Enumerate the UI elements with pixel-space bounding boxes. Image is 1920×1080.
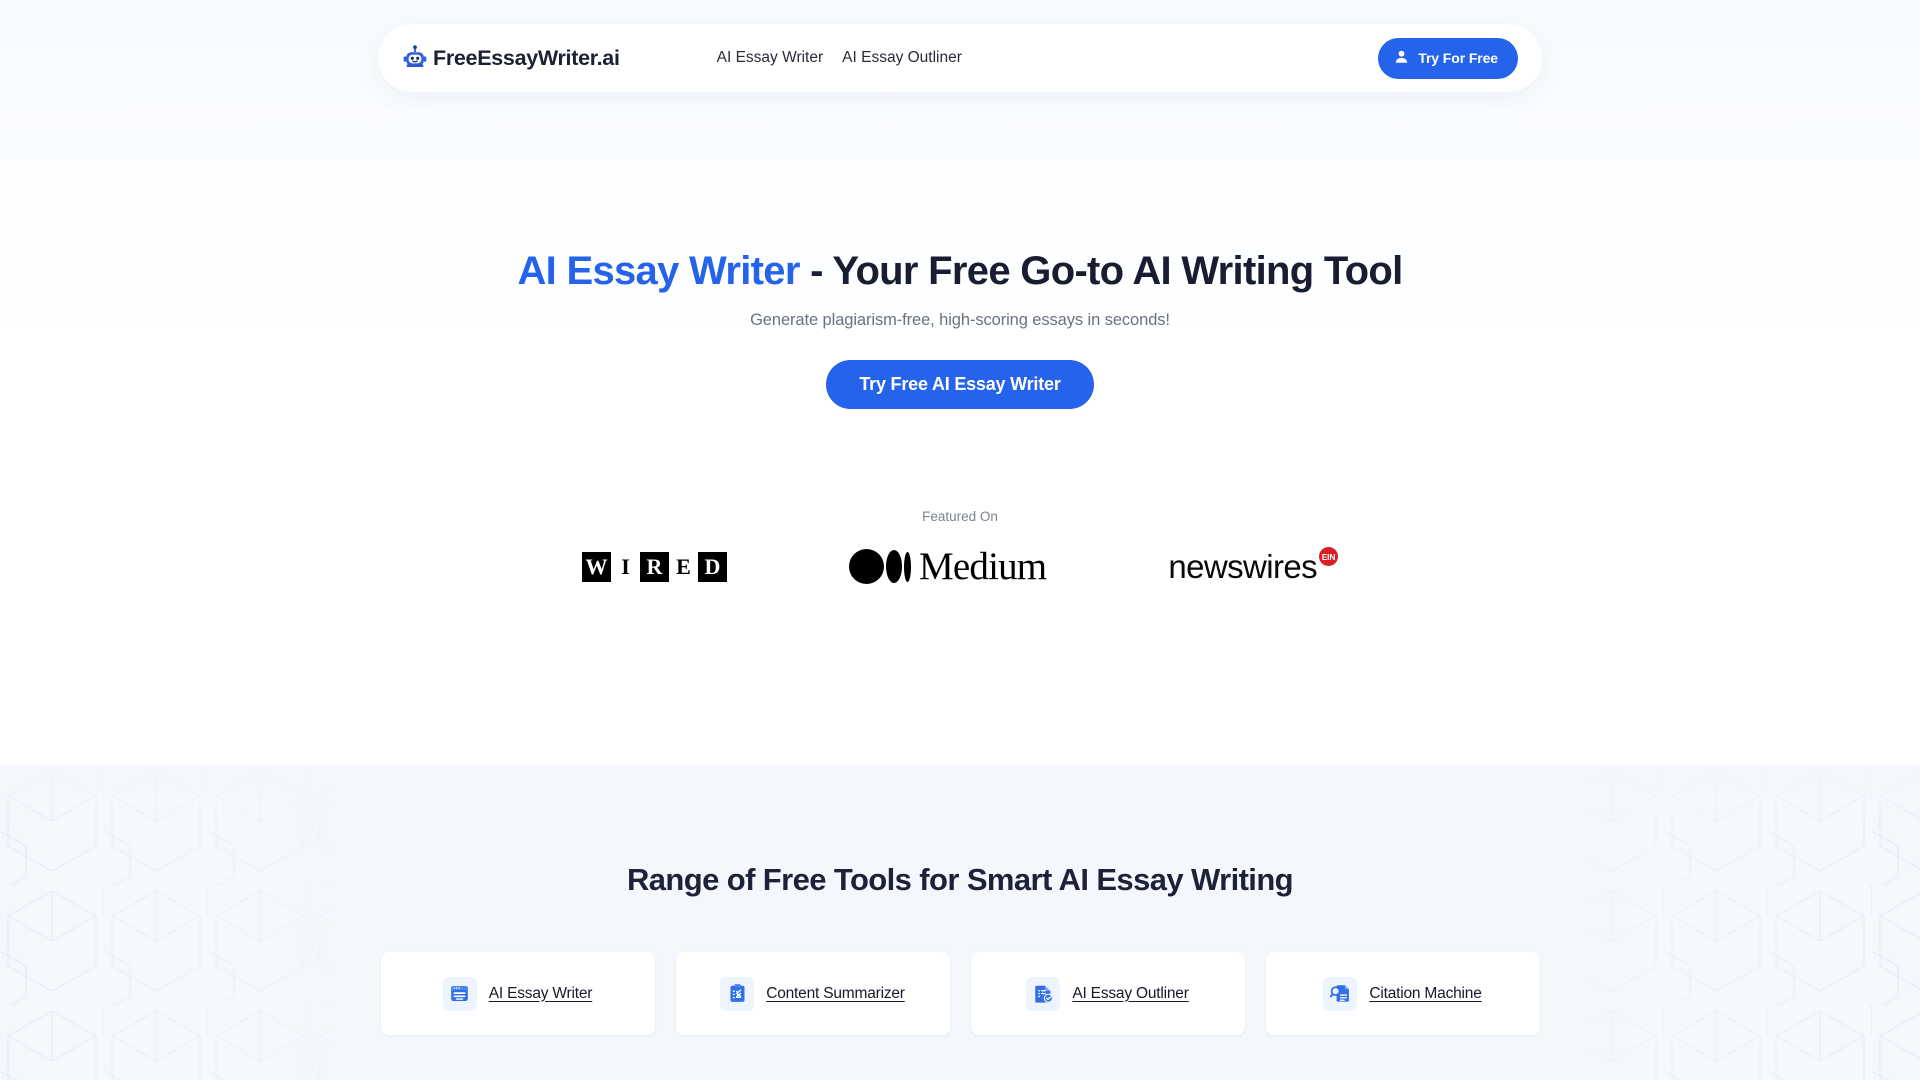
tool-link-content-summarizer[interactable]: Content Summarizer [766,985,905,1003]
featured-on-label: Featured On [922,509,998,525]
tools-grid: AI Essay Writer Content Summarizer AI Es… [0,952,1920,1035]
tool-card-ai-essay-writer[interactable]: AI Essay Writer [380,952,655,1035]
hero-content: AI Essay Writer - Your Free Go-to AI Wri… [0,0,1920,586]
newswires-wordmark: newswires [1168,548,1317,586]
tool-card-ai-essay-outliner[interactable]: AI Essay Outliner [970,952,1245,1035]
page-title: AI Essay Writer - Your Free Go-to AI Wri… [0,248,1920,295]
medium-logo-mark: Medium [848,545,1047,589]
tools-section-title: Range of Free Tools for Smart AI Essay W… [626,862,1294,897]
newswires-logo: newswires EIN [1168,547,1338,586]
tool-link-ai-essay-writer[interactable]: AI Essay Writer [489,985,593,1003]
tool-card-citation-machine[interactable]: Citation Machine [1265,952,1540,1035]
hero-try-free-button[interactable]: Try Free AI Essay Writer [826,360,1094,410]
wired-letter: D [697,551,727,582]
wired-letter: E [668,551,698,582]
tool-link-ai-essay-outliner[interactable]: AI Essay Outliner [1072,985,1189,1003]
wired-logo-mark: W I R E D [581,551,727,582]
document-search-icon [1323,976,1358,1011]
wired-letter: I [610,551,640,582]
document-check-icon [1026,976,1061,1011]
page-title-rest: - Your Free Go-to AI Writing Tool [799,249,1403,293]
tools-content: Range of Free Tools for Smart AI Essay W… [0,765,1920,1035]
ein-badge-icon: EIN [1319,547,1338,567]
newswires-logo-mark: newswires EIN [1168,547,1338,586]
hero-subtitle: Generate plagiarism-free, high-scoring e… [750,311,1170,330]
tools-section: Range of Free Tools for Smart AI Essay W… [0,765,1920,1080]
wired-letter: R [639,551,669,582]
medium-dots-icon [848,549,911,585]
page-title-accent: AI Essay Writer [517,249,800,293]
hero-section: FreeEssayWriter.ai AI Essay Writer AI Es… [0,0,1920,765]
tool-link-citation-machine[interactable]: Citation Machine [1369,985,1481,1003]
clipboard-checklist-icon [720,976,755,1011]
tool-card-content-summarizer[interactable]: Content Summarizer [675,952,950,1035]
medium-wordmark: Medium [918,545,1047,589]
medium-logo: Medium [848,545,1047,589]
wired-letter: W [581,551,611,582]
hero-cta-wrapper: Try Free AI Essay Writer [0,360,1920,410]
wired-logo: W I R E D [581,551,727,582]
featured-logos: W I R E D Medium newswires EIN [0,547,1920,586]
document-window-icon [442,976,477,1011]
